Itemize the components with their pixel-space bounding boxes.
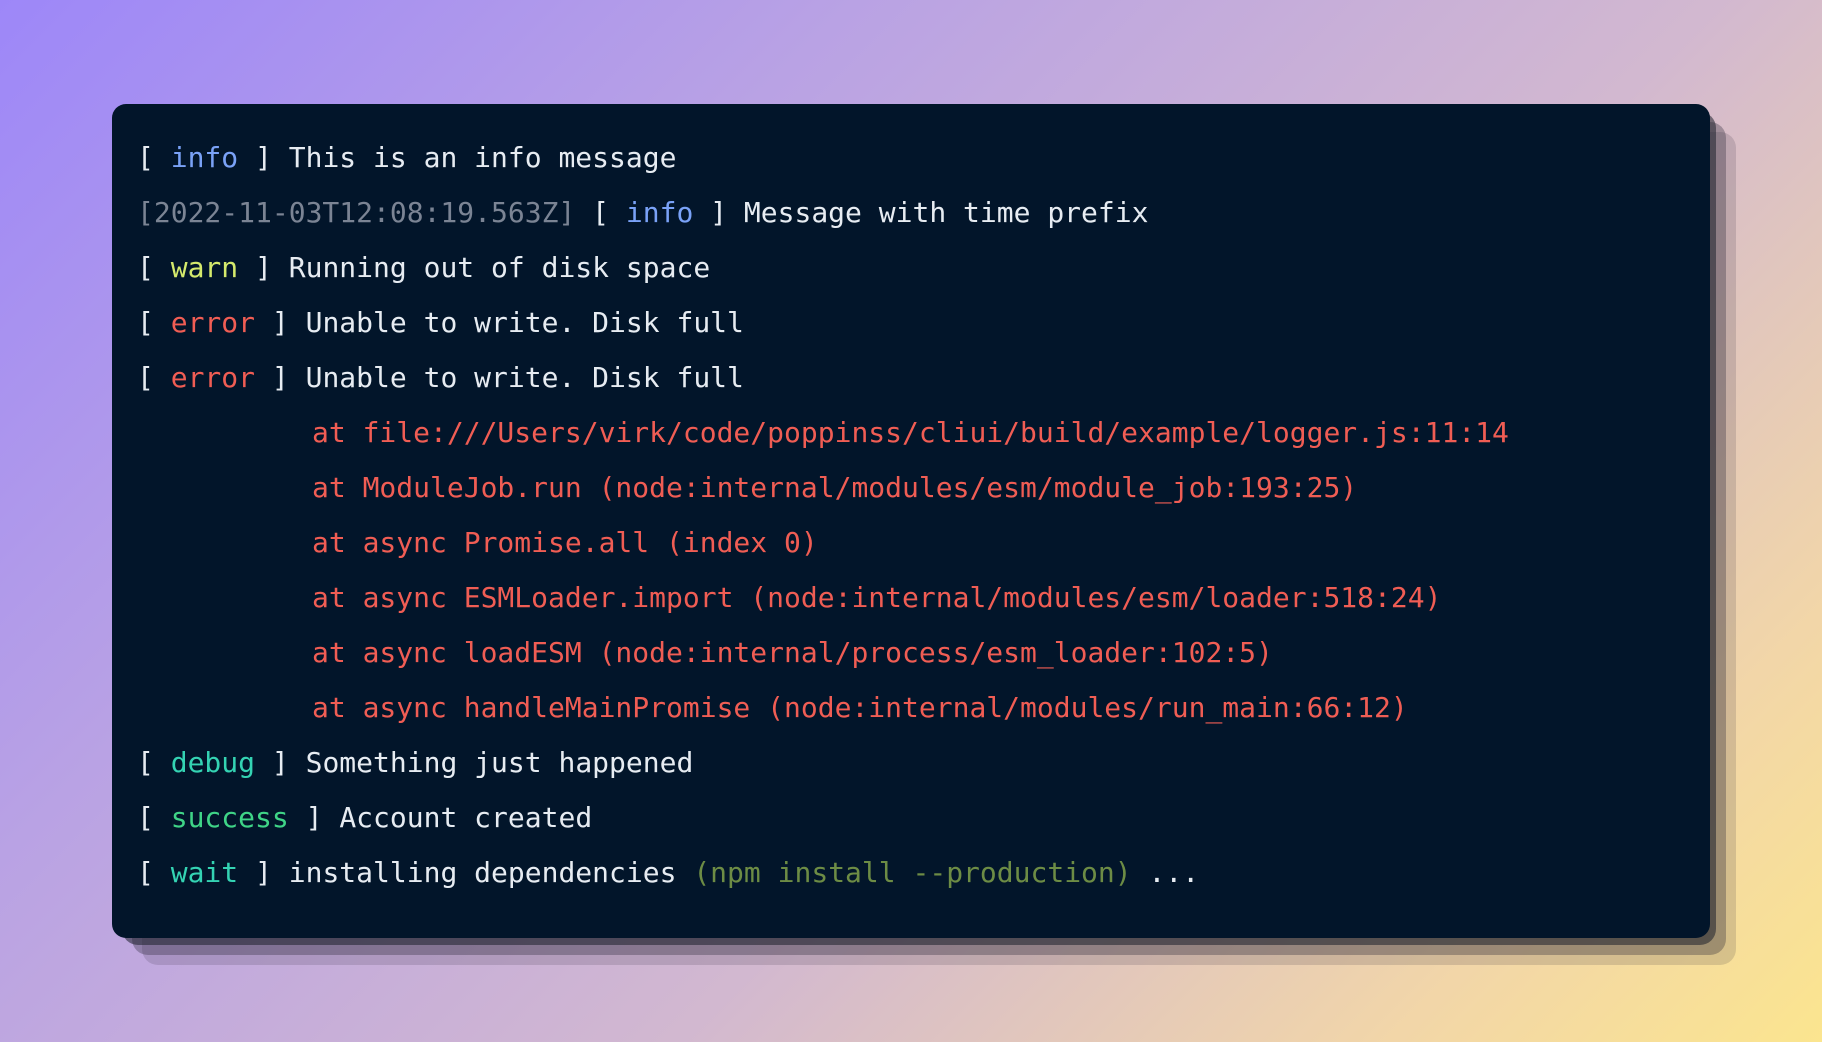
log-line-error: [ error ] Unable to write. Disk full — [137, 361, 744, 394]
log-message: installing dependencies — [288, 856, 677, 889]
level-label-warn: warn — [170, 251, 239, 284]
timestamp: [2022-11-03T12:08:19.563Z] — [137, 196, 576, 229]
log-line-wait: [ wait ] installing dependencies (npm in… — [137, 856, 1200, 889]
log-message: Something just happened — [305, 746, 694, 779]
log-line-warn: [ warn ] Running out of disk space — [137, 251, 711, 284]
level-label-debug: debug — [170, 746, 256, 779]
level-label-error: error — [170, 361, 256, 394]
level-label-error: error — [170, 306, 256, 339]
level-label-info: info — [625, 196, 694, 229]
log-message: This is an info message — [288, 141, 677, 174]
log-line-info-with-time: [2022-11-03T12:08:19.563Z] [ info ] Mess… — [137, 196, 1149, 229]
log-message: Unable to write. Disk full — [305, 306, 744, 339]
level-label-success: success — [170, 801, 289, 834]
log-message: Account created — [339, 801, 593, 834]
stack-trace-line: at async loadESM (node:internal/process/… — [312, 636, 1273, 669]
level-label-info: info — [170, 141, 239, 174]
log-line-debug: [ debug ] Something just happened — [137, 746, 694, 779]
stack-trace-line: at async handleMainPromise (node:interna… — [312, 691, 1408, 724]
ellipsis: ... — [1148, 856, 1200, 889]
terminal-window: [ info ] This is an info message [2022-1… — [112, 104, 1710, 938]
command-hint: (npm install --production) — [693, 856, 1132, 889]
level-label-wait: wait — [170, 856, 239, 889]
stack-trace-line: at async ESMLoader.import (node:internal… — [312, 581, 1442, 614]
stack-trace-line: at ModuleJob.run (node:internal/modules/… — [312, 471, 1358, 504]
log-message: Message with time prefix — [743, 196, 1149, 229]
log-message: Running out of disk space — [288, 251, 711, 284]
log-line-error: [ error ] Unable to write. Disk full — [137, 306, 744, 339]
log-line-info: [ info ] This is an info message — [137, 141, 677, 174]
log-message: Unable to write. Disk full — [305, 361, 744, 394]
stack-trace-line: at async Promise.all (index 0) — [312, 526, 818, 559]
stack-trace-line: at file:///Users/virk/code/poppinss/cliu… — [312, 416, 1509, 449]
log-line-success: [ success ] Account created — [137, 801, 593, 834]
